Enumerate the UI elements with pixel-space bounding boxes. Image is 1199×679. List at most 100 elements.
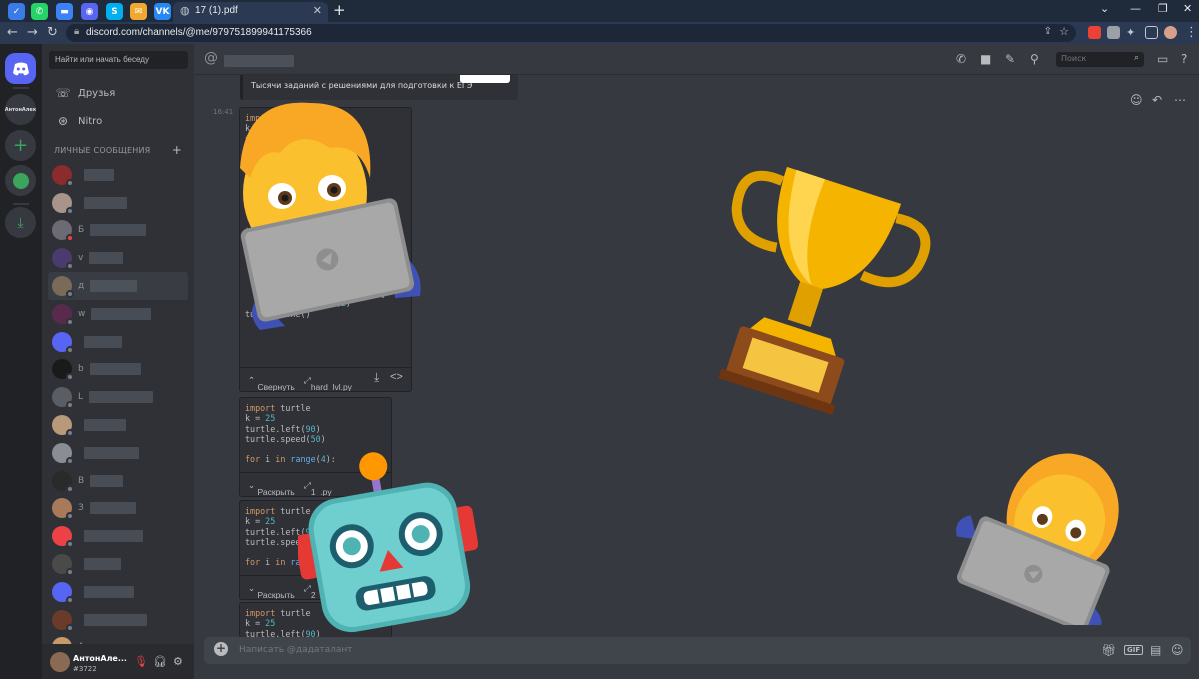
friends-icon: ☏ (55, 86, 71, 100)
mute-icon[interactable]: 🎙︎ (134, 655, 148, 668)
star-icon[interactable]: ☆ (1059, 25, 1069, 38)
home-button[interactable] (5, 53, 36, 84)
status-indicator (66, 290, 74, 299)
share-icon[interactable]: ⇪ (1044, 26, 1052, 37)
divider (13, 203, 29, 205)
chevron-down-icon[interactable]: ⌄ (1100, 2, 1109, 15)
back-icon[interactable]: ← (7, 25, 18, 40)
skype-icon[interactable]: S (106, 3, 123, 20)
message-input[interactable]: Написать @дадаталант (239, 645, 353, 655)
url-text: discord.com/channels/@me/979751899941175… (86, 27, 312, 38)
nav-label: Nitro (78, 115, 103, 127)
nav-label: Друзья (78, 87, 116, 99)
avatar (52, 276, 74, 299)
reply-icon[interactable]: ↶ (1152, 93, 1162, 107)
username: АнтонАле... (73, 654, 127, 663)
server-icon[interactable]: АнтонАлек (5, 94, 36, 125)
more-icon[interactable]: ⋯ (1174, 93, 1186, 107)
address-bar[interactable]: 🔒︎ discord.com/channels/@me/979751899941… (66, 24, 1076, 42)
sidepanel-icon[interactable] (1145, 26, 1158, 39)
forward-icon[interactable]: → (27, 25, 38, 40)
gift-icon[interactable]: 🎁︎ (1101, 643, 1116, 657)
dm-item[interactable] (48, 439, 188, 467)
checkmark-icon[interactable]: ✓ (8, 3, 25, 20)
search-input[interactable]: Поиск ⌕ (1056, 52, 1144, 67)
inbox-icon[interactable]: ▭ (1157, 52, 1168, 66)
new-tab-button[interactable]: + (333, 1, 346, 19)
message-composer[interactable]: + Написать @дадаталант 🎁︎ GIF ▤ ☺ (204, 637, 1191, 664)
dm-item[interactable] (48, 189, 188, 217)
dm-name: b (78, 364, 84, 375)
dm-item[interactable] (48, 411, 188, 439)
dm-item[interactable] (48, 578, 188, 606)
attach-icon[interactable]: + (214, 642, 228, 656)
nav-nitro[interactable]: ⊛ Nitro (48, 109, 188, 133)
dm-item[interactable]: Б (48, 217, 188, 245)
at-icon: @ (204, 50, 218, 66)
dm-item[interactable]: д (48, 272, 188, 300)
chat-bubble-icon[interactable]: ▬ (56, 3, 73, 20)
code-icon[interactable]: <> (390, 371, 403, 382)
status-indicator (66, 206, 74, 215)
download-icon[interactable]: ⤓ (374, 371, 379, 383)
download-button[interactable]: ⤓ (5, 207, 36, 238)
dm-item[interactable]: З (48, 495, 188, 523)
dm-item[interactable]: L (48, 383, 188, 411)
call-icon[interactable]: ✆ (956, 52, 966, 66)
collapse-button[interactable]: ⌃ Свернуть (248, 375, 295, 391)
gif-icon[interactable]: GIF (1124, 645, 1144, 655)
add-reaction-icon[interactable]: ☺ (1130, 93, 1143, 107)
dm-item[interactable] (48, 328, 188, 356)
dm-item[interactable]: B (48, 467, 188, 495)
discord-icon[interactable]: ◉ (81, 3, 98, 20)
headphones-icon[interactable]: 🎧︎ (153, 655, 167, 668)
link-embed[interactable]: Тысячи заданий с решениями для подготовк… (240, 75, 518, 100)
avatar (52, 248, 74, 271)
browser-toolbar: ← → ↻ 🔒︎ discord.com/channels/@me/979751… (0, 22, 1199, 44)
profile-avatar[interactable] (1164, 26, 1177, 39)
dm-item[interactable] (48, 550, 188, 578)
explore-button[interactable] (5, 165, 36, 196)
add-member-icon[interactable]: ⚲ (1030, 52, 1039, 66)
compass-icon (12, 172, 29, 189)
expand-button[interactable]: ⌄ Раскрыть (248, 583, 295, 599)
gear-icon[interactable]: ⚙ (173, 655, 183, 668)
nav-friends[interactable]: ☏ Друзья (48, 81, 188, 105)
search-placeholder: Поиск (1061, 54, 1087, 63)
create-dm-icon[interactable]: + (172, 143, 182, 157)
dm-item[interactable]: b (48, 356, 188, 384)
dm-item[interactable]: v (48, 244, 188, 272)
dm-item[interactable] (48, 606, 188, 634)
tab-active[interactable]: ◍ 17 (1).pdf ✕ (173, 2, 328, 22)
close-icon[interactable]: ✕ (313, 4, 322, 17)
emoji-icon[interactable]: ☺ (1171, 643, 1184, 657)
dm-item[interactable] (48, 161, 188, 189)
window-close-icon[interactable]: ✕ (1183, 2, 1192, 15)
find-conversation-button[interactable]: Найти или начать беседу (49, 51, 188, 69)
video-icon[interactable]: ■ (980, 52, 991, 66)
expand-button[interactable]: ⌄ Раскрыть (248, 480, 295, 496)
file-name[interactable]: ⤢ hard_lvl.py (304, 375, 352, 391)
status-indicator (66, 178, 74, 187)
status-indicator (66, 401, 74, 410)
reload-icon[interactable]: ↻ (47, 25, 58, 40)
extension-icon[interactable] (1107, 26, 1120, 39)
extension-icon[interactable] (1088, 26, 1101, 39)
dm-item[interactable]: w (48, 300, 188, 328)
robot-sticker (298, 452, 478, 633)
avatar[interactable] (50, 652, 70, 672)
menu-icon[interactable]: ⋮ (1185, 25, 1198, 40)
pin-icon[interactable]: ✎ (1005, 52, 1015, 66)
vk-icon[interactable]: VK (154, 3, 171, 20)
dm-item[interactable] (48, 522, 188, 550)
sticker-icon[interactable]: ▤ (1150, 643, 1161, 657)
mail-icon[interactable]: ✉ (130, 3, 147, 20)
status-indicator (66, 429, 74, 438)
help-icon[interactable]: ? (1181, 52, 1187, 66)
restore-icon[interactable]: ❐ (1158, 2, 1168, 15)
extension-icon[interactable]: ✦ (1126, 26, 1139, 39)
whatsapp-icon[interactable]: ✆ (31, 3, 48, 20)
add-server-button[interactable]: + (5, 130, 36, 161)
avatar (52, 331, 74, 354)
minimize-icon[interactable]: — (1130, 2, 1141, 15)
